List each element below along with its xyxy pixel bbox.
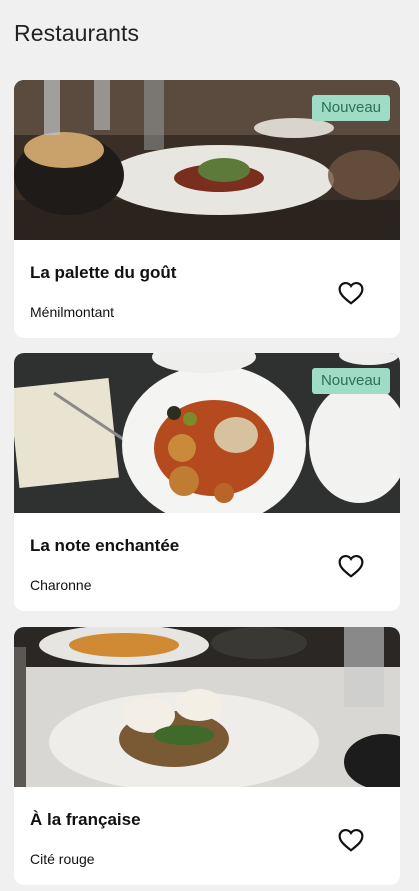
restaurant-photo [14,627,400,787]
new-badge: Nouveau [311,368,390,394]
favorite-button[interactable] [336,551,366,581]
restaurant-card[interactable]: À la française Cité rouge [14,627,400,885]
favorite-button[interactable] [336,278,366,308]
restaurant-card[interactable]: Nouveau La palette du goût Ménilmontant [14,80,400,338]
new-badge: Nouveau [311,95,390,121]
restaurant-area: Cité rouge [30,851,95,867]
restaurant-name: À la française [30,810,141,829]
restaurant-name: La palette du goût [30,263,177,282]
restaurant-area: Charonne [30,577,92,593]
restaurant-card[interactable]: Nouveau La note enchantée Charonne [14,353,400,611]
heart-outline-icon [338,554,364,578]
heart-outline-icon [338,828,364,852]
page-title: Restaurants [14,20,140,46]
restaurant-name: La note enchantée [30,536,180,555]
restaurant-area: Ménilmontant [30,304,115,320]
favorite-button[interactable] [336,825,366,855]
heart-outline-icon [338,281,364,305]
